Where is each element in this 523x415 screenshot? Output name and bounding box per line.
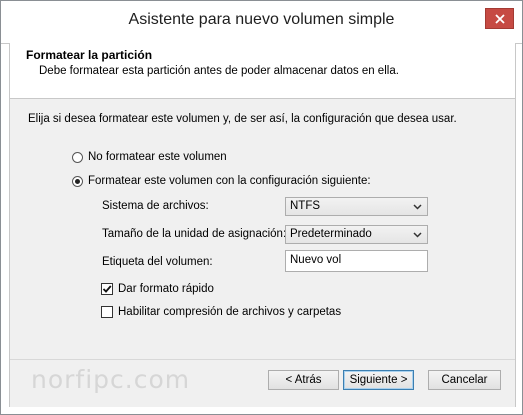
radio-no-format[interactable]: No formatear este volumen <box>72 151 227 163</box>
radio-label: Formatear este volumen con la configurac… <box>88 175 371 187</box>
watermark: norfipc.com <box>31 365 191 394</box>
title-bar: Asistente para nuevo volumen simple <box>1 1 522 44</box>
close-icon <box>494 13 505 24</box>
volume-label-input[interactable]: Nuevo vol <box>285 250 428 272</box>
back-button[interactable]: < Atrás <box>268 370 339 390</box>
checkmark-icon <box>102 285 112 293</box>
window-title: Asistente para nuevo volumen simple <box>128 11 395 28</box>
allocation-unit-value: Predeterminado <box>290 228 372 240</box>
chevron-down-icon <box>413 232 422 238</box>
dialog-window: Asistente para nuevo volumen simple Form… <box>0 0 523 415</box>
wizard-header: Formatear la partición Debe formatear es… <box>10 43 515 99</box>
wizard-body: Formatear la partición Debe formatear es… <box>9 43 516 407</box>
page-title: Formatear la partición <box>26 48 153 62</box>
file-system-value: NTFS <box>290 200 321 212</box>
radio-button-checked[interactable] <box>72 175 83 187</box>
next-button[interactable]: Siguiente > <box>343 370 414 390</box>
radio-format[interactable]: Formatear este volumen con la configurac… <box>72 175 371 187</box>
file-system-select[interactable]: NTFS <box>285 197 428 216</box>
volume-label-value: Nuevo vol <box>290 254 342 266</box>
cancel-button[interactable]: Cancelar <box>428 370 501 390</box>
allocation-unit-select[interactable]: Predeterminado <box>285 225 428 244</box>
allocation-unit-label: Tamaño de la unidad de asignación: <box>102 228 287 240</box>
checkbox-unchecked[interactable] <box>101 306 113 318</box>
radio-button-unchecked[interactable] <box>72 151 83 163</box>
radio-label: No formatear este volumen <box>88 151 227 163</box>
volume-label-label: Etiqueta del volumen: <box>102 256 213 268</box>
compression-checkbox[interactable]: Habilitar compresión de archivos y carpe… <box>101 306 341 318</box>
quick-format-checkbox[interactable]: Dar formato rápido <box>101 283 214 295</box>
page-description: Debe formatear esta partición antes de p… <box>39 65 399 77</box>
checkbox-label: Dar formato rápido <box>118 283 214 295</box>
intro-text: Elija si desea formatear este volumen y,… <box>28 113 457 125</box>
footer-divider <box>10 359 515 360</box>
checkbox-checked[interactable] <box>101 283 113 295</box>
close-button[interactable] <box>485 8 514 29</box>
chevron-down-icon <box>413 204 422 210</box>
file-system-label: Sistema de archivos: <box>102 200 209 212</box>
checkbox-label: Habilitar compresión de archivos y carpe… <box>118 306 342 318</box>
